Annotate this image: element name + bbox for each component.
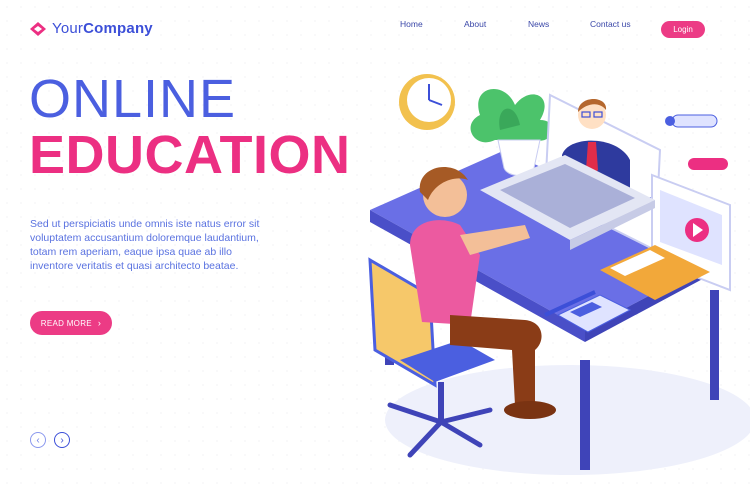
login-button[interactable]: Login <box>661 21 705 38</box>
brand-name: YourCompany <box>52 20 153 37</box>
wall-clock-icon <box>399 74 455 130</box>
hero-description: Sed ut perspiciatis unde omnis iste natu… <box>30 218 260 272</box>
prev-slide-button[interactable]: ‹ <box>30 432 46 448</box>
slider-pager: ‹ › <box>30 432 70 448</box>
hero-title-line2: EDUCATION <box>29 125 351 185</box>
nav-news[interactable]: News <box>528 19 549 29</box>
read-more-label: READ MORE <box>40 318 92 328</box>
chevron-right-icon: › <box>97 318 102 328</box>
chevron-left-icon: ‹ <box>36 434 40 446</box>
nav-contact-us[interactable]: Contact us <box>590 19 631 29</box>
online-education-illustration <box>368 74 750 475</box>
read-more-button[interactable]: READ MORE › <box>30 311 112 335</box>
nav-about[interactable]: About <box>464 19 486 29</box>
company-logo[interactable]: YourCompany <box>30 20 153 37</box>
nav-home[interactable]: Home <box>400 19 423 29</box>
chat-bubbles-icon <box>665 114 728 170</box>
diamond-logo-icon <box>30 21 46 36</box>
chevron-right-icon: › <box>60 434 64 446</box>
next-slide-button[interactable]: › <box>54 432 70 448</box>
hero-title-line1: ONLINE <box>29 69 237 129</box>
